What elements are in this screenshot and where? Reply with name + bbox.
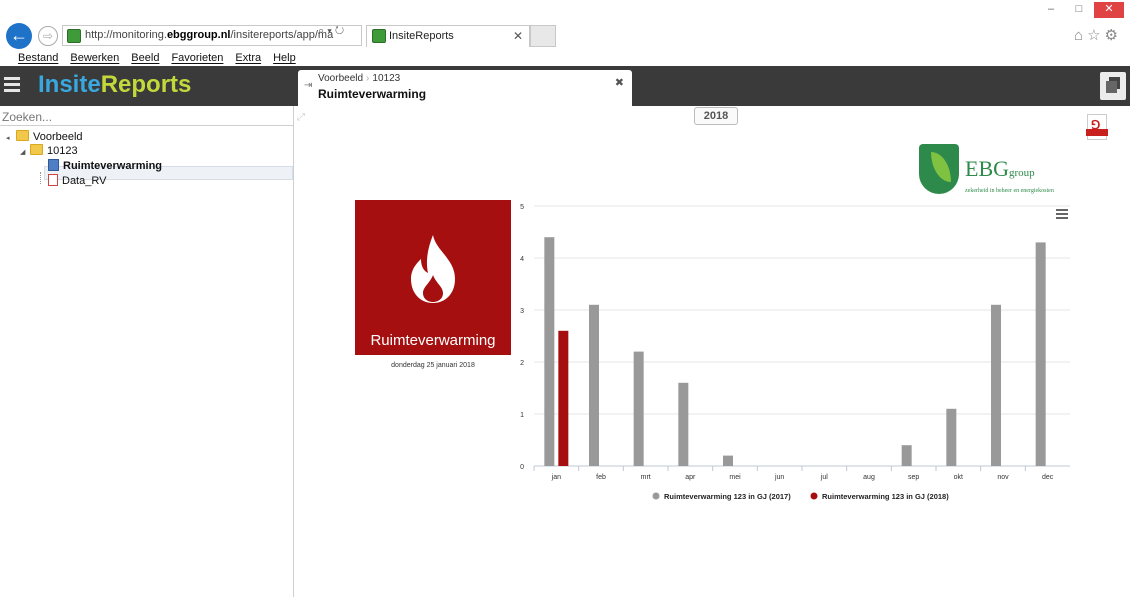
menu-bar: Bestand Bewerken Beeld Favorieten Extra … (0, 50, 296, 66)
maximize-button[interactable]: □ (1066, 2, 1092, 18)
folder-icon (16, 130, 29, 141)
new-tab-button[interactable] (530, 25, 556, 47)
document-title: Ruimteverwarming (318, 87, 427, 101)
close-window-button[interactable]: ✕ (1094, 2, 1124, 18)
folder-icon (30, 144, 43, 155)
x-tick-label: sep (908, 474, 919, 481)
bar-jan-series-1 (544, 237, 555, 466)
tab-favicon-icon (372, 29, 386, 43)
flame-icon (411, 235, 455, 303)
browser-tools-icons[interactable]: ⌂☆⚙ (1074, 26, 1122, 44)
bar-jan-series-2 (558, 330, 569, 466)
y-tick-label: 0 (520, 464, 524, 471)
menu-beeld[interactable]: Beeld (131, 50, 159, 66)
x-tick-label: nov (997, 474, 1009, 481)
menu-favorieten[interactable]: Favorieten (171, 50, 223, 66)
address-bar[interactable]: http://monitoring.ebggroup.nl/insiterepo… (62, 25, 362, 46)
browser-tab[interactable]: InsiteReports ✕ (366, 25, 530, 47)
legend-marker (652, 492, 660, 500)
legend-marker (810, 492, 818, 500)
pin-icon[interactable]: ⇥ (304, 80, 312, 91)
bar-feb-series-1 (589, 304, 599, 466)
bar-mei-series-1 (723, 455, 733, 466)
url-domain: ebggroup.nl (166, 29, 231, 41)
x-tick-label: jan (551, 474, 561, 481)
site-favicon-icon (67, 29, 81, 43)
search-input[interactable]: Zoeken... (0, 108, 293, 126)
expand-arrow-icon[interactable]: ◂ (6, 132, 16, 146)
app-header: InsiteReports ⇥ Voorbeeld › 10123 Ruimteve… (0, 66, 1130, 106)
legend-label: Ruimteverwarming 123 in GJ (2017) (664, 492, 791, 501)
tile-label: Ruimteverwarming (370, 332, 496, 349)
menu-bestand[interactable]: Bestand (18, 50, 58, 66)
document-close-icon[interactable]: ✖ (615, 76, 624, 89)
x-tick-label: feb (596, 474, 606, 481)
window-controls: – □ ✕ (1038, 2, 1124, 18)
bar-sep-series-1 (901, 445, 912, 466)
url-prefix: http://monitoring. (85, 29, 167, 41)
screen: – □ ✕ ← ⇨ http://monitoring.ebggroup.nl/… (0, 0, 1130, 597)
tab-title: InsiteReports (389, 30, 454, 42)
menu-help[interactable]: Help (273, 50, 296, 66)
ruimteverwarming-tile: Ruimteverwarming (355, 200, 511, 355)
x-tick-label: aug (863, 474, 875, 481)
document-tab[interactable]: ⇥ Voorbeeld › 10123 Ruimteverwarming ✖ (298, 70, 632, 106)
app-logo: InsiteReports (38, 71, 192, 98)
breadcrumb-10123: 10123 (372, 73, 401, 84)
bar-nov-series-1 (991, 304, 1001, 466)
tree-item-data-rv[interactable]: Data_RV (48, 174, 106, 188)
browser-chrome: – □ ✕ ← ⇨ http://monitoring.ebggroup.nl/… (0, 0, 1130, 66)
x-tick-label: dec (1042, 474, 1054, 481)
x-tick-label: apr (685, 474, 696, 481)
breadcrumb: Voorbeeld › 10123 (318, 73, 400, 84)
bar-apr-series-1 (678, 382, 689, 466)
bar-chart: 0 1 2 3 4 5 jan feb mrt apr mei jun jul aug sep okt nov d… (520, 204, 1070, 501)
window-stack-button[interactable] (1100, 72, 1126, 100)
tree-node-voorbeeld[interactable]: ◂ Voorbeeld (6, 130, 83, 144)
y-tick-label: 3 (520, 308, 524, 315)
shield-leaf-icon (919, 144, 959, 194)
bar-dec-series-1 (1035, 242, 1046, 466)
collapse-arrow-icon[interactable]: ◢ (20, 146, 30, 160)
report-icon (48, 159, 59, 171)
sidebar: Zoeken... ◂ Voorbeeld ◢ 10123 Ruimteverwar… (0, 106, 294, 597)
y-tick-label: 1 (520, 412, 524, 419)
report-canvas: ⤢ 2018 ⅁ EBGgroup zekerheid in beheer en… (294, 106, 1130, 597)
tab-close-icon[interactable]: ✕ (513, 26, 523, 46)
y-tick-label: 4 (520, 256, 524, 263)
expand-icon[interactable]: ⤢ (297, 112, 305, 123)
bar-mrt-series-1 (633, 351, 644, 466)
tree-item-ruimteverwarming[interactable]: Ruimteverwarming (48, 159, 162, 173)
browser-navbar: ← ⇨ http://monitoring.ebggroup.nl/insite… (0, 22, 1130, 49)
x-tick-label: mrt (641, 474, 651, 481)
minimize-button[interactable]: – (1038, 2, 1064, 18)
address-tools[interactable]: ⌕ ▾ ↻ (318, 25, 344, 38)
back-button[interactable]: ← (6, 23, 32, 49)
x-tick-label: okt (954, 474, 963, 481)
x-tick-label: mei (729, 474, 741, 481)
year-selector[interactable]: 2018 (694, 107, 738, 125)
breadcrumb-separator: › (366, 73, 370, 84)
bar-okt-series-1 (946, 408, 957, 466)
legend-label: Ruimteverwarming 123 in GJ (2018) (822, 492, 949, 501)
hamburger-menu-icon[interactable] (4, 77, 20, 95)
tree-node-10123[interactable]: ◢ 10123 (20, 144, 78, 158)
y-tick-label: 2 (520, 360, 524, 367)
data-file-icon (48, 174, 58, 186)
breadcrumb-voorbeeld: Voorbeeld (318, 73, 364, 84)
pdf-export-icon[interactable]: ⅁ (1086, 114, 1108, 140)
y-tick-label: 5 (520, 204, 524, 211)
forward-button[interactable]: ⇨ (38, 26, 58, 46)
x-tick-label: jun (774, 474, 784, 481)
menu-bewerken[interactable]: Bewerken (70, 50, 119, 66)
ebg-logo: EBGgroup zekerheid in beheer en energiek… (919, 144, 1079, 200)
menu-extra[interactable]: Extra (235, 50, 261, 66)
tile-date: donderdag 25 januari 2018 (391, 362, 475, 369)
x-tick-label: jul (820, 474, 828, 481)
